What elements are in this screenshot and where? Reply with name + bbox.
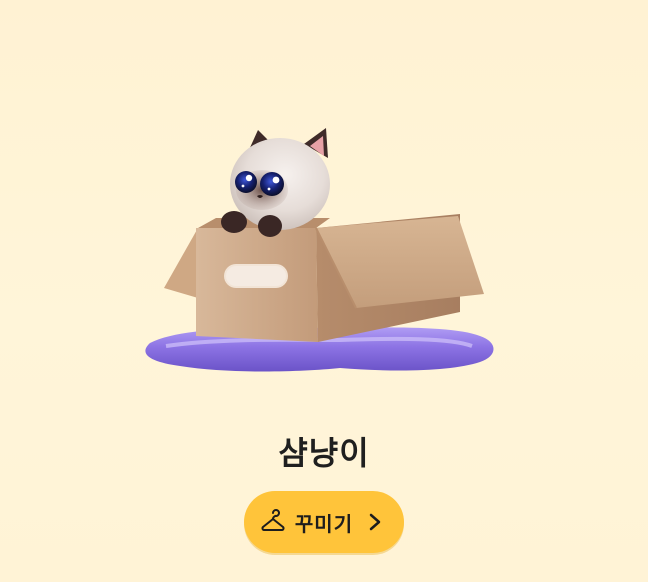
hanger-icon	[259, 508, 287, 536]
decorate-label: 꾸미기	[294, 511, 354, 536]
cat-in-box-illustration	[145, 128, 494, 372]
decorate-button[interactable]: 꾸미기	[244, 491, 404, 553]
chevron-right-icon	[361, 508, 389, 536]
pet-stage: 샴냥이 꾸미기	[0, 0, 648, 582]
pet-name: 샴냥이	[278, 434, 370, 472]
